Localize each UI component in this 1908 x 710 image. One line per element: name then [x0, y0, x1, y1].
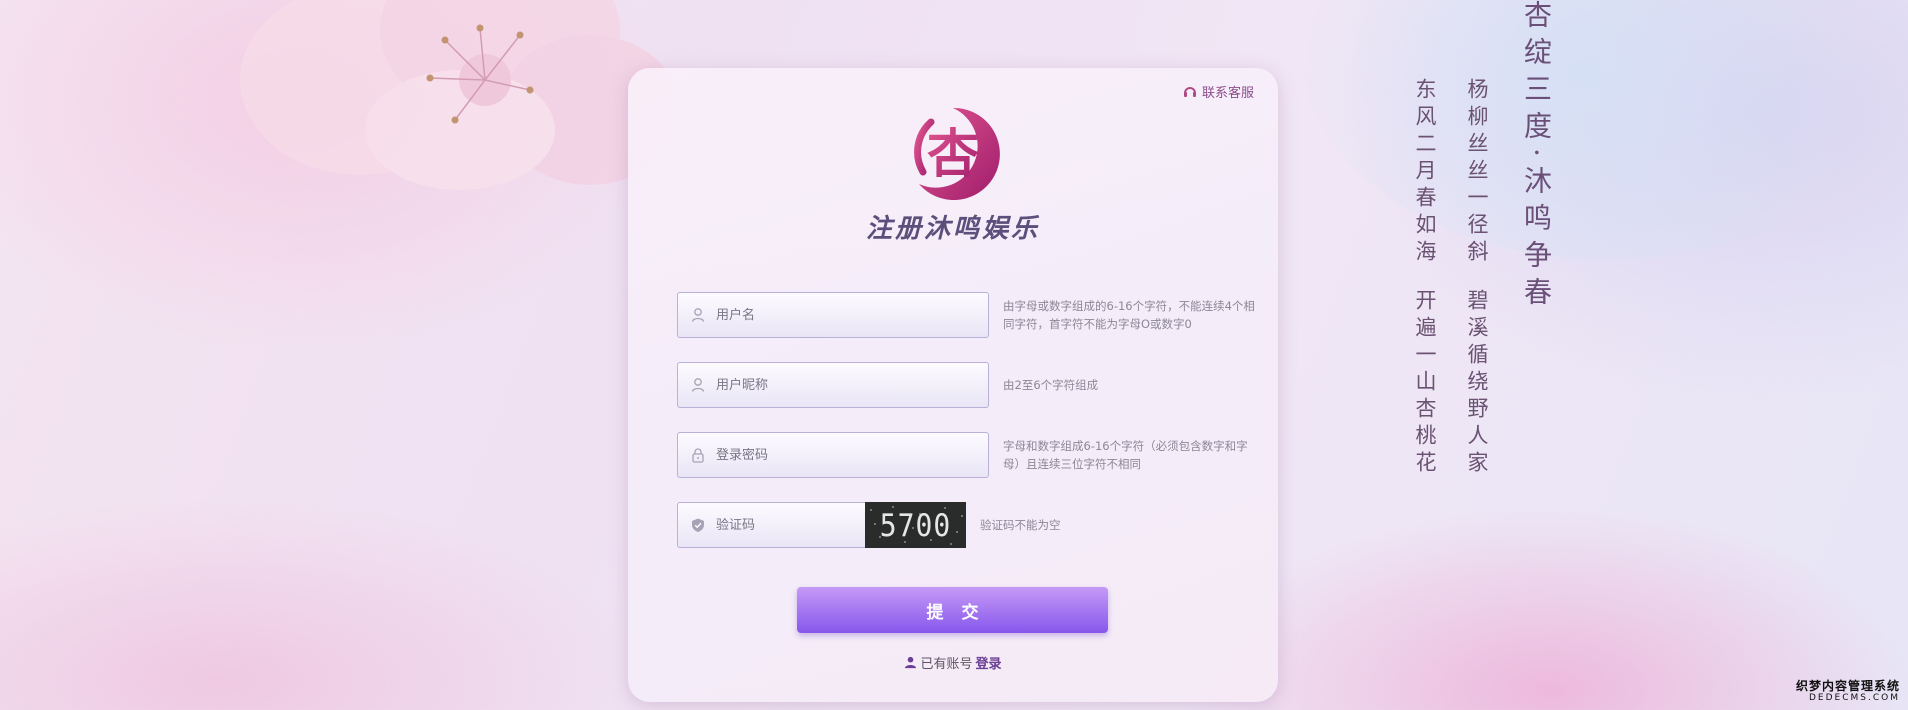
submit-button[interactable]: 提交 [797, 587, 1108, 633]
logo: 杏 注册沐鸣娱乐 [628, 102, 1278, 245]
contact-support-label: 联系客服 [1201, 86, 1254, 101]
poem-line-1: 杨柳丝丝一径斜碧溪循绕野人家 [1462, 78, 1492, 478]
watermark-line-1: 织梦内容管理系统 [1795, 679, 1900, 693]
background-glow [1300, 0, 1908, 260]
nickname-row: 由2至6个字符组成 [677, 362, 1267, 408]
captcha-input[interactable] [716, 517, 865, 533]
account-icon [905, 656, 917, 669]
logo-title: 注册沐鸣娱乐 [865, 214, 1040, 244]
cherry-blossom-decoration [240, 0, 680, 190]
password-field [677, 432, 989, 478]
captcha-text: 5700 [879, 506, 952, 544]
shield-icon [692, 518, 704, 532]
poem-line-2: 东风二月春如海开遍一山杏桃花 [1410, 78, 1440, 478]
username-field [677, 292, 989, 338]
captcha-row: 5700 验证码不能为空 [677, 502, 1267, 548]
nickname-input[interactable] [716, 377, 988, 393]
watermark: 织梦内容管理系统 DEDECMS.COM [1796, 680, 1900, 704]
logo-char: 杏 [927, 124, 979, 185]
password-input[interactable] [716, 447, 988, 463]
username-hint: 由字母或数字组成的6-16个字符，不能连续4个相同字符，首字符不能为字母O或数字… [1003, 299, 1255, 331]
poem-line-1a: 杨柳丝丝一径斜 [1465, 78, 1489, 267]
password-row: 字母和数字组成6-16个字符（必须包含数字和字母）且连续三位字符不相同 [677, 432, 1267, 478]
username-row: 由字母或数字组成的6-16个字符，不能连续4个相同字符，首字符不能为字母O或数字… [677, 292, 1267, 338]
contact-support-link[interactable]: 联系客服 [1182, 82, 1254, 101]
lock-icon [692, 448, 704, 463]
watermark-line-2: DEDECMS.COM [1809, 693, 1900, 703]
headset-icon [1183, 86, 1196, 97]
password-hint: 字母和数字组成6-16个字符（必须包含数字和字母）且连续三位字符不相同 [1003, 439, 1248, 471]
poem-title: 杏绽三度·沐鸣争春 [1520, 0, 1553, 314]
captcha-field [677, 502, 865, 548]
register-card: 联系客服 杏 注册沐鸣娱乐 由字母或数字组成的6-16个字符，不能连续4个相同字… [628, 68, 1278, 702]
captcha-image[interactable]: 5700 [865, 502, 966, 548]
login-link[interactable]: 登录 [976, 653, 1002, 672]
brand-logo-icon: 杏 [914, 107, 1000, 200]
poem-line-2b: 开遍一山杏桃花 [1413, 289, 1437, 478]
nickname-hint: 由2至6个字符组成 [1003, 378, 1099, 392]
poem-line-2a: 东风二月春如海 [1413, 78, 1437, 267]
user-icon [691, 378, 705, 392]
nickname-field [677, 362, 989, 408]
user-icon [691, 308, 705, 322]
login-prompt: 已有账号 登录 [628, 653, 1278, 672]
poem-line-1b: 碧溪循绕野人家 [1465, 289, 1489, 478]
login-prefix: 已有账号 [920, 657, 973, 672]
captcha-hint: 验证码不能为空 [980, 518, 1061, 532]
username-input[interactable] [716, 307, 988, 323]
